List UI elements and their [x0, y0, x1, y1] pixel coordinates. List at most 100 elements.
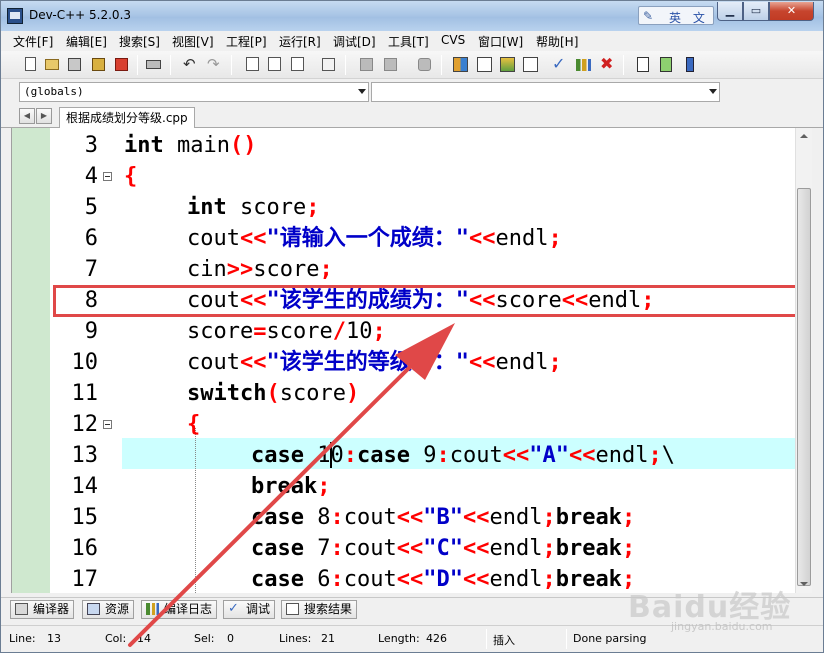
tab-compiler[interactable]: 编译器 [10, 600, 75, 619]
code-line: case 8:cout<<"B"<<endl;break; [251, 505, 636, 530]
menu-window[interactable]: 窗口[W] [478, 33, 523, 50]
stop-execution-icon[interactable]: ✖ [597, 54, 616, 74]
profile-chart-icon[interactable] [574, 55, 593, 74]
menu-run[interactable]: 运行[R] [279, 33, 321, 50]
code-editor[interactable]: 3 4 5 6 7 8 9 10 11 12 13 14 15 16 17 in… [11, 128, 812, 593]
tab-search-results[interactable]: 搜索结果 [281, 600, 358, 619]
scroll-down-button[interactable] [796, 576, 812, 593]
menu-tools[interactable]: 工具[T] [388, 33, 429, 50]
check-syntax-icon[interactable]: ✓ [550, 54, 569, 74]
status-separator [566, 629, 567, 649]
insert-icon[interactable] [634, 55, 653, 74]
bookmark-gutter[interactable] [12, 128, 50, 593]
scrollbar-thumb[interactable] [797, 188, 811, 586]
compile-run-icon[interactable] [498, 55, 517, 74]
undo-icon[interactable]: ↶ [181, 55, 200, 74]
save-icon[interactable] [65, 55, 84, 74]
indent-guide [195, 428, 196, 593]
redo-icon[interactable]: ↷ [205, 55, 224, 74]
open-file-icon[interactable] [43, 55, 62, 74]
tab-debug[interactable]: ✓ 调试 [223, 600, 276, 619]
ime-indicator[interactable]: ✎ 英 文 [638, 6, 714, 25]
menu-cvs[interactable]: CVS [441, 33, 465, 47]
print-icon[interactable] [144, 55, 163, 74]
chart-icon [146, 603, 159, 615]
line-number: 17 [71, 567, 99, 592]
find-icon[interactable] [243, 55, 262, 74]
tab-search-results-label: 搜索结果 [304, 602, 353, 616]
run-icon[interactable] [475, 55, 494, 74]
minimize-button[interactable]: ▁ [717, 2, 743, 21]
tab-file[interactable]: 根据成绩划分等级.cpp [59, 107, 195, 129]
add-to-project-icon[interactable] [357, 55, 376, 74]
line-number: 6 [84, 226, 98, 251]
annotation-highlight-box [53, 285, 799, 317]
chevron-down-icon [358, 89, 366, 94]
find-next-icon[interactable] [265, 55, 284, 74]
code-line: { [124, 164, 138, 189]
scroll-up-button[interactable] [796, 128, 812, 145]
project-options-icon[interactable] [415, 55, 434, 74]
menu-view[interactable]: 视图[V] [172, 33, 214, 50]
maximize-button[interactable]: ▭ [743, 2, 769, 21]
menu-edit[interactable]: 编辑[E] [66, 33, 107, 50]
tab-resources-label: 资源 [105, 602, 130, 616]
status-line: 13 [47, 632, 61, 645]
ime-icon: ✎ [643, 9, 654, 23]
code-line: score=score/10; [187, 319, 386, 344]
menu-bar: 文件[F] 编辑[E] 搜索[S] 视图[V] 工程[P] 运行[R] 调试[D… [1, 31, 823, 51]
close-file-icon[interactable] [112, 55, 131, 74]
tab-compile-log[interactable]: 编译日志 [141, 600, 218, 619]
chevron-down-icon [709, 89, 717, 94]
goto-bookmark-icon[interactable] [681, 55, 700, 74]
toolbar-separator [170, 55, 171, 75]
status-sel: 0 [227, 632, 234, 645]
fold-collapse-icon[interactable] [103, 172, 112, 181]
scope-dropdown[interactable]: (globals) [19, 82, 369, 102]
compile-icon[interactable] [451, 55, 470, 74]
tab-scroll-left-button[interactable]: ◀ [19, 108, 35, 124]
remove-from-project-icon[interactable] [381, 55, 400, 74]
menu-help[interactable]: 帮助[H] [536, 33, 578, 50]
code-line: switch(score) [187, 381, 360, 406]
line-number: 4 [84, 164, 98, 189]
replace-icon[interactable] [288, 55, 307, 74]
code-line: int score; [187, 195, 320, 220]
new-file-icon[interactable] [21, 55, 40, 74]
toolbar-separator [345, 55, 346, 75]
baidu-jingyan-watermark: Baidu经验 jingyan.baidu.com [628, 582, 791, 633]
tab-resources[interactable]: 资源 [82, 600, 135, 619]
menu-file[interactable]: 文件[F] [13, 33, 53, 50]
status-col-label: Col: [105, 632, 127, 645]
status-message: Done parsing [573, 632, 647, 645]
search-icon [286, 603, 299, 615]
fold-collapse-icon[interactable] [103, 420, 112, 429]
tab-debug-label: 调试 [246, 602, 271, 616]
tab-compile-log-label: 编译日志 [164, 602, 213, 616]
vertical-scrollbar[interactable] [795, 128, 812, 593]
save-all-icon[interactable] [89, 55, 108, 74]
line-number: 12 [71, 412, 99, 437]
status-length-label: Length: [378, 632, 420, 645]
menu-search[interactable]: 搜索[S] [119, 33, 160, 50]
toggle-bookmark-icon[interactable] [657, 55, 676, 74]
menu-debug[interactable]: 调试[D] [333, 33, 376, 50]
member-dropdown[interactable] [371, 82, 720, 102]
code-line-current: case 10:case 9:cout<<"A"<<endl;\ [251, 443, 675, 468]
close-button[interactable]: ✕ [769, 2, 814, 21]
class-browser-bar: (globals) [1, 79, 823, 104]
tab-compiler-label: 编译器 [33, 602, 70, 616]
rebuild-icon[interactable] [521, 55, 540, 74]
code-line: { [187, 412, 201, 437]
tab-scroll-right-button[interactable]: ▶ [36, 108, 52, 124]
code-line: cout<<"该学生的等级为："<<endl; [187, 350, 562, 375]
code-line: case 7:cout<<"C"<<endl;break; [251, 536, 636, 561]
window-title: Dev-C++ 5.2.0.3 [29, 8, 132, 22]
code-line: break; [251, 474, 331, 499]
goto-line-icon[interactable] [319, 55, 338, 74]
title-bar[interactable]: Dev-C++ 5.2.0.3 ✎ 英 文 ▁ ▭ ✕ [1, 1, 823, 31]
text-caret [330, 442, 332, 468]
code-line: int main() [124, 133, 257, 158]
menu-project[interactable]: 工程[P] [226, 33, 267, 50]
line-number: 16 [71, 536, 99, 561]
